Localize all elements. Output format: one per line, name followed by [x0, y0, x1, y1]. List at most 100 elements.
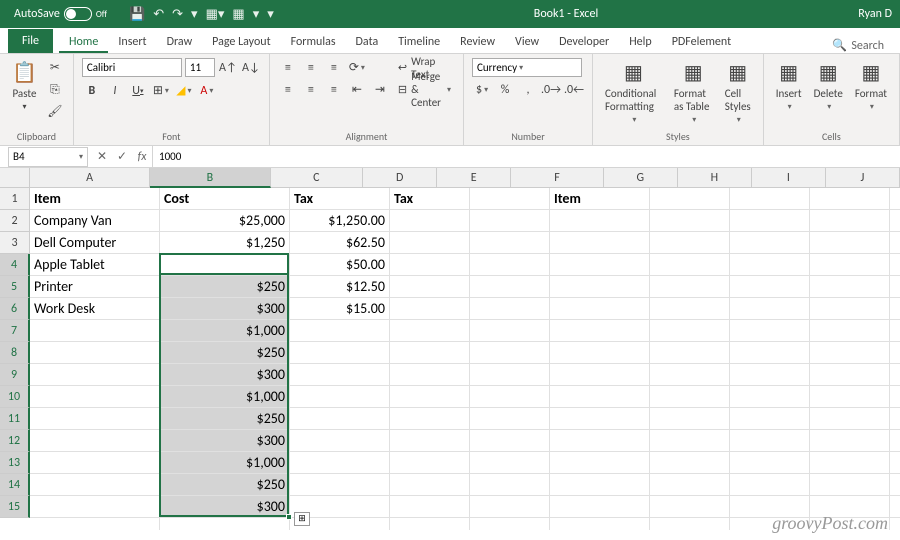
- cell-A5[interactable]: Printer: [30, 276, 160, 298]
- fill-handle[interactable]: [286, 514, 292, 520]
- tab-review[interactable]: Review: [450, 31, 505, 53]
- tab-home[interactable]: Home: [59, 31, 108, 53]
- column-header-B[interactable]: B: [150, 168, 270, 188]
- merge-center-button[interactable]: ⊟Merge & Center: [394, 80, 455, 99]
- underline-button[interactable]: U▾: [128, 81, 148, 100]
- format-as-table-button[interactable]: ▦Format as Table: [670, 58, 717, 127]
- tab-page-layout[interactable]: Page Layout: [202, 31, 280, 53]
- row-header-1[interactable]: 1: [0, 188, 30, 210]
- cell-styles-button[interactable]: ▦Cell Styles: [721, 58, 755, 127]
- column-header-C[interactable]: C: [271, 168, 364, 188]
- row-header-3[interactable]: 3: [0, 232, 30, 254]
- cell-B11[interactable]: $250: [160, 408, 290, 430]
- redo-icon[interactable]: ↷: [172, 7, 183, 22]
- increase-font-icon[interactable]: A↑: [218, 58, 238, 77]
- cell-F1[interactable]: Item: [550, 188, 650, 210]
- row-header-14[interactable]: 14: [0, 474, 30, 496]
- qat-icon[interactable]: ▦: [232, 7, 244, 22]
- cell-B7[interactable]: $1,000: [160, 320, 290, 342]
- increase-indent-icon[interactable]: ⇥: [370, 80, 390, 99]
- paste-button[interactable]: 📋 Paste▾: [8, 58, 41, 114]
- row-header-11[interactable]: 11: [0, 408, 30, 430]
- save-icon[interactable]: 💾: [129, 7, 145, 22]
- decrease-font-icon[interactable]: A↓: [241, 58, 261, 77]
- cell-A1[interactable]: Item: [30, 188, 160, 210]
- row-header-15[interactable]: 15: [0, 496, 30, 518]
- number-format-select[interactable]: Currency: [472, 58, 582, 77]
- column-header-H[interactable]: H: [678, 168, 752, 188]
- enter-edit-icon[interactable]: ✓: [112, 149, 132, 164]
- cell-B8[interactable]: $250: [160, 342, 290, 364]
- font-name-select[interactable]: Calibri: [82, 58, 182, 77]
- row-header-12[interactable]: 12: [0, 430, 30, 452]
- select-all-corner[interactable]: [0, 168, 30, 188]
- column-header-J[interactable]: J: [826, 168, 900, 188]
- decrease-decimal-icon[interactable]: .0←: [564, 80, 584, 99]
- cell-D1[interactable]: Tax: [390, 188, 470, 210]
- font-color-button[interactable]: A: [197, 81, 217, 100]
- row-header-13[interactable]: 13: [0, 452, 30, 474]
- row-header-9[interactable]: 9: [0, 364, 30, 386]
- cell-B2[interactable]: $25,000: [160, 210, 290, 232]
- cell-B9[interactable]: $300: [160, 364, 290, 386]
- formula-bar[interactable]: 1000: [152, 146, 900, 167]
- delete-cells-button[interactable]: ▦Delete: [810, 58, 847, 114]
- user-name[interactable]: Ryan D: [858, 7, 892, 21]
- tab-draw[interactable]: Draw: [157, 31, 203, 53]
- tab-view[interactable]: View: [505, 31, 549, 53]
- font-size-select[interactable]: 11: [185, 58, 215, 77]
- format-painter-button[interactable]: 🖌: [45, 102, 65, 121]
- tab-timeline[interactable]: Timeline: [388, 31, 450, 53]
- spreadsheet-grid[interactable]: 123456789101112131415 ABCDEFGHIJ ItemCos…: [0, 168, 900, 530]
- cell-C6[interactable]: $15.00: [290, 298, 390, 320]
- increase-decimal-icon[interactable]: .0→: [541, 80, 561, 99]
- row-header-6[interactable]: 6: [0, 298, 30, 320]
- cell-B15[interactable]: $300: [160, 496, 290, 518]
- tab-formulas[interactable]: Formulas: [281, 31, 346, 53]
- fx-icon[interactable]: fx: [132, 150, 152, 164]
- copy-button[interactable]: ⎘: [45, 80, 65, 99]
- cell-C2[interactable]: $1,250.00: [290, 210, 390, 232]
- column-header-G[interactable]: G: [604, 168, 678, 188]
- cell-B1[interactable]: Cost: [160, 188, 290, 210]
- tab-pdfelement[interactable]: PDFelement: [662, 31, 741, 53]
- column-header-A[interactable]: A: [30, 168, 150, 188]
- percent-icon[interactable]: %: [495, 80, 515, 99]
- cell-B5[interactable]: $250: [160, 276, 290, 298]
- bold-button[interactable]: B: [82, 81, 102, 100]
- align-right-icon[interactable]: ≡: [324, 80, 344, 99]
- align-center-icon[interactable]: ≡: [301, 80, 321, 99]
- column-header-E[interactable]: E: [437, 168, 511, 188]
- name-box[interactable]: B4▾: [8, 147, 88, 167]
- cell-B14[interactable]: $250: [160, 474, 290, 496]
- cell-B6[interactable]: $300: [160, 298, 290, 320]
- comma-icon[interactable]: ,: [518, 80, 538, 99]
- undo-icon[interactable]: ↶: [153, 7, 164, 22]
- insert-cells-button[interactable]: ▦Insert: [772, 58, 806, 114]
- decrease-indent-icon[interactable]: ⇤: [347, 80, 367, 99]
- italic-button[interactable]: I: [105, 81, 125, 100]
- qat-icon[interactable]: ▾: [267, 7, 274, 22]
- cell-C1[interactable]: Tax: [290, 188, 390, 210]
- row-header-2[interactable]: 2: [0, 210, 30, 232]
- tab-data[interactable]: Data: [346, 31, 389, 53]
- autosave-toggle[interactable]: AutoSave Off: [8, 7, 113, 21]
- row-header-8[interactable]: 8: [0, 342, 30, 364]
- row-header-4[interactable]: 4: [0, 254, 30, 276]
- cell-A2[interactable]: Company Van: [30, 210, 160, 232]
- cell-A6[interactable]: Work Desk: [30, 298, 160, 320]
- cell-B13[interactable]: $1,000: [160, 452, 290, 474]
- cancel-edit-icon[interactable]: ✕: [92, 149, 112, 164]
- tab-developer[interactable]: Developer: [549, 31, 619, 53]
- align-top-icon[interactable]: ≡: [278, 58, 298, 77]
- row-header-10[interactable]: 10: [0, 386, 30, 408]
- fill-color-button[interactable]: ◢: [174, 81, 194, 100]
- cell-B12[interactable]: $300: [160, 430, 290, 452]
- cell-A4[interactable]: Apple Tablet: [30, 254, 160, 276]
- autofill-options-button[interactable]: ⊞: [294, 512, 310, 526]
- row-header-7[interactable]: 7: [0, 320, 30, 342]
- row-header-5[interactable]: 5: [0, 276, 30, 298]
- tab-file[interactable]: File: [8, 29, 53, 53]
- qat-icon[interactable]: ▦▾: [206, 7, 225, 22]
- cell-C3[interactable]: $62.50: [290, 232, 390, 254]
